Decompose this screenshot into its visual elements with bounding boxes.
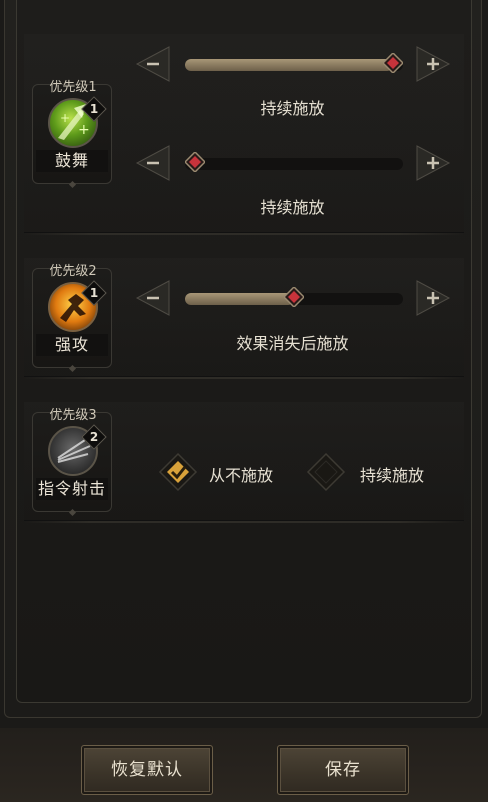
increase-button[interactable]	[415, 45, 453, 83]
priority-label: 优先级2	[49, 264, 97, 279]
increase-button[interactable]	[415, 279, 453, 317]
skill-count: 1	[89, 102, 99, 116]
cast-slider-track[interactable]	[185, 287, 403, 307]
save-button[interactable]: 保存	[277, 745, 409, 795]
row-divider	[24, 232, 464, 235]
priority-label: 优先级1	[49, 80, 97, 95]
skill-name: 强攻	[36, 334, 108, 356]
restore-default-button[interactable]: 恢复默认	[81, 745, 213, 795]
skill-count: 1	[89, 286, 99, 300]
decrease-button[interactable]	[133, 45, 171, 83]
skill-slot-2[interactable]: 优先级2 1 强攻	[32, 260, 114, 373]
option-never-cast-radio[interactable]	[158, 452, 198, 492]
cast-slider-fill	[185, 293, 294, 305]
cast-slider-track[interactable]	[185, 53, 403, 73]
priority-label: 优先级3	[49, 408, 97, 423]
option-label[interactable]: 从不施放	[209, 462, 273, 486]
option-label[interactable]: 持续施放	[360, 462, 424, 486]
skill-slot-1[interactable]: 优先级1 + + 1 鼓舞	[32, 76, 114, 189]
skill-name: 鼓舞	[36, 150, 108, 172]
svg-text:+: +	[60, 111, 70, 125]
decrease-button[interactable]	[133, 279, 171, 317]
increase-button[interactable]	[415, 144, 453, 182]
skill-slot-3[interactable]: 优先级3 2 指令射击	[32, 404, 114, 517]
skill-name: 指令射击	[36, 478, 108, 500]
svg-text:+: +	[78, 122, 90, 138]
cast-mode-label: 效果消失后施放	[236, 334, 349, 353]
skill-count: 2	[89, 430, 99, 444]
row-divider	[24, 376, 464, 379]
decrease-button[interactable]	[133, 144, 171, 182]
option-continuous-cast-radio[interactable]	[306, 452, 346, 492]
row-divider	[24, 520, 464, 523]
bottom-bar	[0, 728, 488, 802]
cast-mode-label: 持续施放	[260, 198, 325, 217]
cast-slider-track[interactable]	[185, 152, 403, 172]
diamond-knob-icon[interactable]	[284, 287, 304, 307]
diamond-knob-icon[interactable]	[383, 53, 403, 73]
diamond-knob-icon[interactable]	[185, 152, 205, 172]
cast-mode-label: 持续施放	[260, 99, 325, 118]
cast-slider-fill	[185, 59, 393, 71]
